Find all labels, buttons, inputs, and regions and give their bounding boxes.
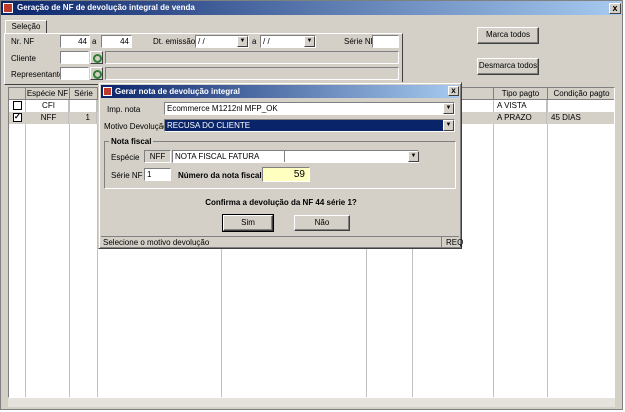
- serie-nf-input[interactable]: [372, 35, 399, 48]
- serie-nf-dialog-label: Série NF: [111, 171, 143, 180]
- tab-selecao[interactable]: Seleção: [5, 20, 47, 34]
- motivo-dropdown-icon[interactable]: ▼: [443, 120, 454, 131]
- cell-serie: 1: [70, 112, 97, 124]
- representante-name-field: [105, 67, 399, 80]
- sim-button[interactable]: Sim: [223, 215, 273, 231]
- cell-tipo-pagto: A VISTA: [494, 100, 547, 112]
- marca-todos-button[interactable]: Marca todos: [477, 27, 539, 44]
- motivo-devolucao-select[interactable]: RECUSA DO CLIENTE: [164, 119, 455, 132]
- cliente-label: Cliente: [11, 54, 36, 63]
- confirm-text: Confirma a devolução da NF 44 série 1?: [205, 198, 357, 207]
- grid-vline: [547, 100, 548, 397]
- dialog-status-bar: Selecione o motivo devolução REQ: [101, 236, 463, 248]
- especie-code-field: NFF: [144, 150, 171, 163]
- nr-nf-label: Nr. NF: [11, 37, 35, 46]
- dialog-app-icon: [103, 87, 112, 96]
- dt-to-dropdown-icon[interactable]: ▼: [304, 36, 315, 47]
- grid-vline: [69, 100, 70, 397]
- nr-nf-to-input[interactable]: 44: [101, 35, 132, 48]
- window-title: Geração de NF de devolução integral de v…: [17, 3, 195, 12]
- motivo-devolucao-label: Motivo Devolução: [104, 122, 168, 131]
- grid-vline: [25, 100, 26, 397]
- window-close-button[interactable]: x: [609, 3, 621, 14]
- dt-from-dropdown-icon[interactable]: ▼: [237, 36, 248, 47]
- representante-code-input[interactable]: [60, 67, 89, 80]
- especie-divider: [284, 151, 285, 162]
- imp-nota-dropdown-icon[interactable]: ▼: [443, 103, 454, 114]
- representante-label: Representante: [11, 70, 64, 79]
- cell-tipo-pagto: A PRAZO: [494, 112, 547, 124]
- numero-nota-field[interactable]: 59: [262, 167, 310, 182]
- especie-select[interactable]: NOTA FISCAL FATURA: [172, 150, 419, 163]
- nota-fiscal-group-title: Nota fiscal: [109, 137, 154, 147]
- status-mode: REQ: [446, 238, 464, 247]
- date-range-sep-label: a: [252, 37, 257, 46]
- grid-vline: [493, 100, 494, 397]
- cell-condicao-pagto: 45 DIAS: [548, 112, 614, 124]
- cell-especie: NFF: [26, 112, 69, 124]
- header-checkbox-column: [9, 88, 26, 100]
- nr-nf-from-input[interactable]: 44: [60, 35, 90, 48]
- status-separator: [441, 237, 442, 248]
- cell-condicao-pagto: [548, 100, 614, 112]
- main-title-bar: Geração de NF de devolução integral de v…: [1, 1, 622, 15]
- cell-serie: [70, 100, 97, 112]
- serie-nf-dialog-input[interactable]: 1: [144, 168, 171, 181]
- cell-especie: CFI: [26, 100, 69, 112]
- serie-nf-label: Série NF: [344, 37, 376, 46]
- row-checkbox[interactable]: [13, 101, 22, 110]
- imp-nota-select[interactable]: Ecommerce M1212nl MFP_OK: [164, 102, 455, 115]
- app-icon: [3, 3, 13, 13]
- imp-nota-label: Imp. nota: [107, 105, 141, 114]
- header-serie[interactable]: Série: [70, 88, 98, 100]
- cliente-search-icon[interactable]: [90, 51, 103, 64]
- header-especie-nf[interactable]: Espécie NF: [26, 88, 70, 100]
- range-sep-label: a: [92, 37, 97, 46]
- numero-nota-label: Número da nota fiscal: [178, 171, 262, 180]
- dialog-title-bar: Gerar nota de devolução integral: [101, 85, 459, 98]
- header-tipo-pagto[interactable]: Tipo pagto: [494, 88, 548, 100]
- row-checkbox[interactable]: [13, 112, 22, 122]
- especie-label: Espécie: [111, 153, 140, 162]
- gerar-nota-dialog: Gerar nota de devolução integral x Imp. …: [98, 82, 463, 249]
- nao-button[interactable]: Não: [294, 215, 350, 231]
- desmarca-todos-button[interactable]: Desmarca todos: [477, 58, 539, 75]
- dialog-title: Gerar nota de devolução integral: [115, 87, 240, 96]
- especie-dropdown-icon[interactable]: ▼: [408, 151, 419, 162]
- representante-search-icon[interactable]: [90, 67, 103, 80]
- header-condicao-pagto[interactable]: Condição pagto: [548, 88, 614, 100]
- status-text: Selecione o motivo devolução: [103, 238, 210, 247]
- grid-horizontal-scrollbar[interactable]: [8, 398, 615, 407]
- cliente-code-input[interactable]: [60, 51, 89, 64]
- cliente-name-field: [105, 51, 399, 64]
- dialog-close-button[interactable]: x: [448, 86, 459, 96]
- dt-emissao-label: Dt. emissão: [153, 37, 196, 46]
